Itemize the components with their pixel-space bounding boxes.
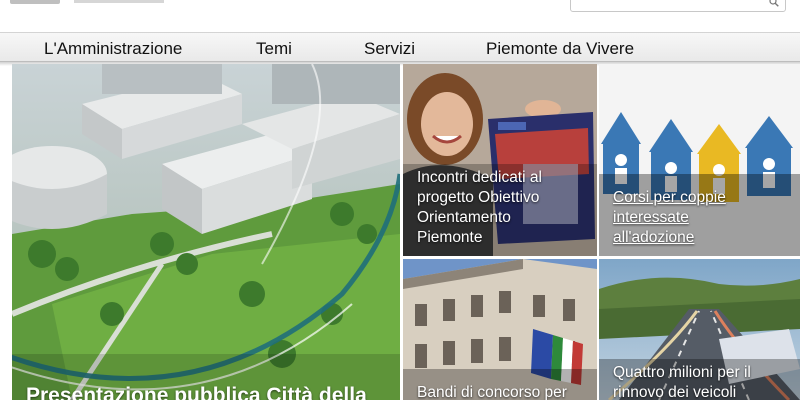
tile-bandi-caption[interactable]: Bandi di concorso per (417, 383, 567, 400)
tile-veicoli[interactable]: Quattro milioni per il rinnovo dei veico… (599, 259, 800, 400)
search-input[interactable] (570, 0, 786, 12)
caption-line: Orientamento (417, 209, 511, 226)
nav-item-amministrazione[interactable]: L'Amministrazione (44, 33, 182, 63)
search-icon[interactable] (769, 0, 779, 7)
main-navigation: L'Amministrazione Temi Servizi Piemonte … (0, 32, 800, 62)
tile-adozione-caption[interactable]: Corsi per coppie interessate all'adozion… (613, 188, 726, 248)
tile-adozione[interactable]: Corsi per coppie interessate all'adozion… (599, 64, 800, 256)
top-header (0, 0, 800, 32)
tile-orientamento[interactable]: Incontri dedicati al progetto Obiettivo … (403, 64, 597, 256)
nav-item-servizi[interactable]: Servizi (364, 33, 415, 63)
caption-line: all'adozione (613, 229, 695, 246)
caption-line: Bandi di concorso per (417, 384, 567, 400)
region-logo-text (74, 0, 164, 3)
caption-line: Corsi per coppie (613, 189, 726, 206)
hero-rendering-image (12, 64, 400, 400)
tile-veicoli-caption[interactable]: Quattro milioni per il rinnovo dei veico… (613, 363, 751, 400)
caption-line: Incontri dedicati al (417, 169, 542, 186)
caption-line: Quattro milioni per il (613, 364, 751, 381)
tile-orientamento-caption[interactable]: Incontri dedicati al progetto Obiettivo … (417, 168, 542, 248)
caption-line: Piemonte (417, 229, 483, 246)
tile-bandi[interactable]: Bandi di concorso per (403, 259, 597, 400)
caption-line: progetto Obiettivo (417, 189, 540, 206)
caption-line: interessate (613, 209, 689, 226)
hero-banner[interactable]: Presentazione pubblica Città della (12, 64, 400, 400)
caption-line: rinnovo dei veicoli (613, 384, 737, 400)
nav-item-temi[interactable]: Temi (256, 33, 292, 63)
tile-bandi-image (403, 259, 597, 400)
region-logo[interactable] (10, 0, 60, 4)
nav-item-piemonte-da-vivere[interactable]: Piemonte da Vivere (486, 33, 634, 63)
hero-title[interactable]: Presentazione pubblica Città della (26, 384, 367, 400)
